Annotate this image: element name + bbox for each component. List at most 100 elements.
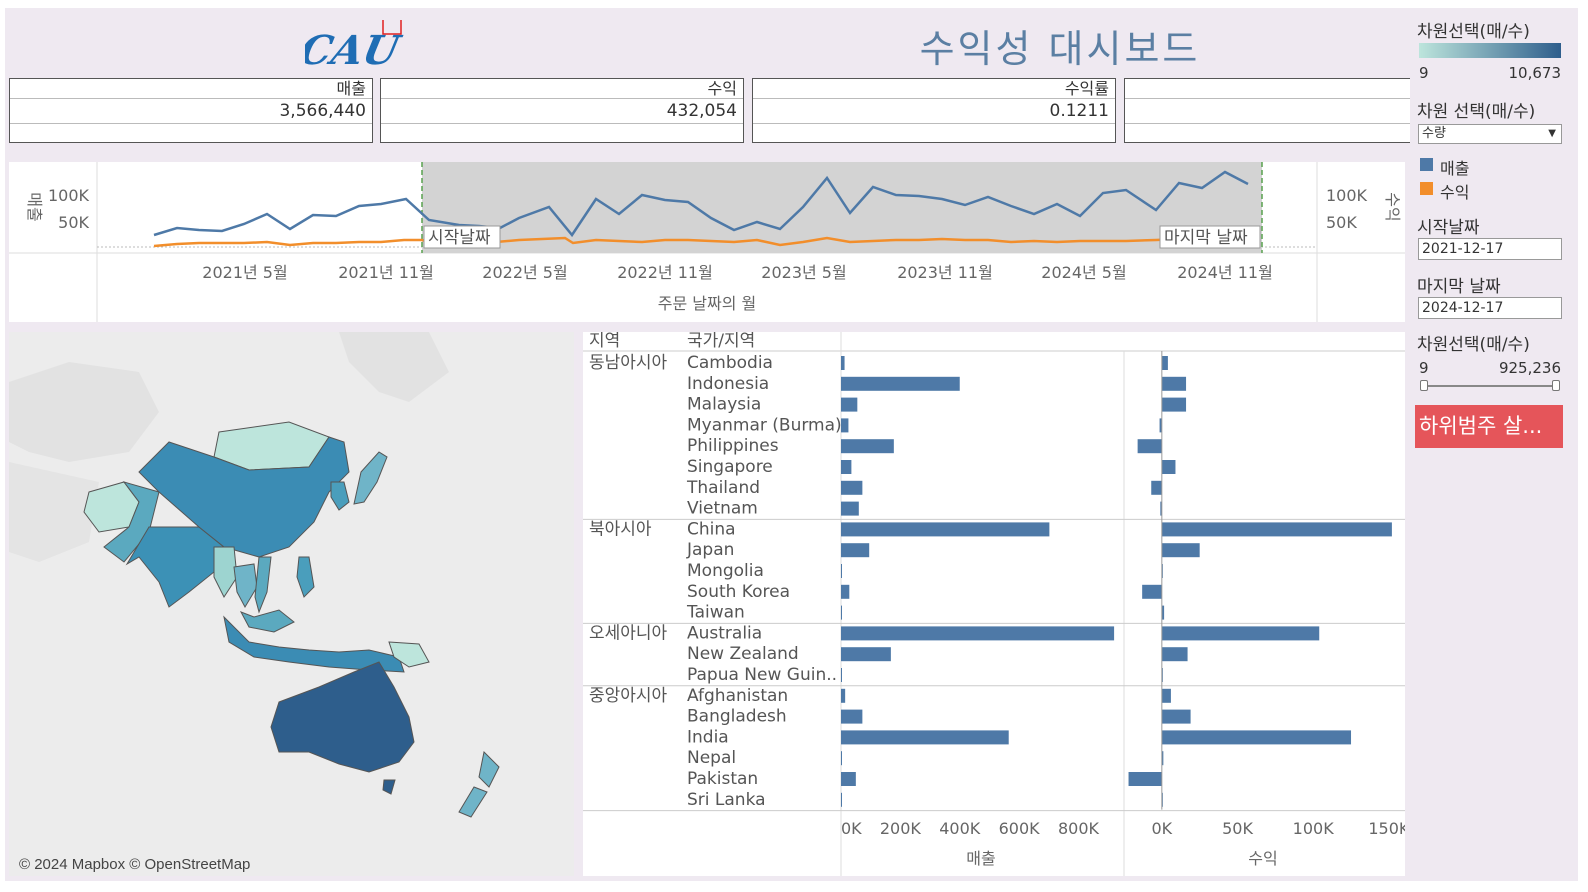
sales-bar: [841, 397, 858, 412]
sales-axis-tick: 200K: [880, 819, 922, 838]
profit-bar: [1128, 772, 1162, 786]
kpi-label: 매출: [10, 79, 372, 99]
profit-bar: [1161, 730, 1352, 745]
end-date-label: 마지막 날짜: [1164, 228, 1248, 248]
kpi-value: 0.1211: [753, 99, 1115, 124]
sales-bar: [841, 792, 842, 807]
profit-bar: [1161, 543, 1200, 558]
kpi-label: 수익: [381, 79, 743, 99]
color-legend-title: 차원선택(매/수): [1417, 22, 1530, 42]
country-label: Vietnam: [687, 499, 758, 519]
right-axis-title: 수익: [1383, 192, 1402, 221]
right-tick-100k: 100K: [1326, 186, 1368, 205]
sidebar: 차원선택(매/수) 9 10,673 차원 선택(매/수) 수량 ▼ 매출 수익…: [1410, 8, 1578, 881]
start-date-input[interactable]: 2021-12-17: [1418, 238, 1562, 260]
country-label: Cambodia: [687, 353, 773, 373]
sales-axis-tick: 800K: [1058, 819, 1100, 838]
sales-bar: [841, 522, 1050, 537]
region-label: 북아시아: [589, 519, 652, 539]
country-label: Nepal: [687, 748, 736, 768]
subcategory-loss-button[interactable]: 하위범주 살...: [1415, 405, 1563, 448]
sales-bar: [841, 647, 891, 662]
sales-axis-tick: 600K: [999, 819, 1041, 838]
range-slider-handle-min[interactable]: [1420, 380, 1428, 391]
profit-bar: [1137, 439, 1162, 454]
country-label: Papua New Guin..: [687, 665, 837, 685]
end-date-filter-label: 마지막 날짜: [1417, 277, 1501, 297]
kpi-profit-rate[interactable]: 수익률 0.1211: [752, 78, 1116, 143]
country-bar-table[interactable]: 지역 국가/지역 동남아시아 Cambodia Indonesia Malaysia Mya…: [583, 331, 1410, 876]
country-label: Mongolia: [687, 561, 764, 581]
country-label: Taiwan: [686, 603, 745, 623]
sales-bar: [841, 584, 850, 599]
kpi-value: 3,566,440: [10, 99, 372, 124]
profit-bar: [1161, 626, 1320, 641]
profit-bar: [1161, 356, 1168, 370]
sales-bar: [841, 564, 842, 578]
dimension-select-value: 수량: [1422, 126, 1446, 141]
dimension-select[interactable]: 수량 ▼: [1418, 124, 1562, 144]
end-date-input[interactable]: 2024-12-17: [1418, 297, 1562, 319]
kpi-sales[interactable]: 매출 3,566,440: [9, 78, 373, 143]
country-label: Sri Lanka: [687, 790, 766, 810]
country-label: Afghanistan: [687, 686, 788, 706]
profit-bar: [1151, 480, 1162, 495]
country-label: Pakistan: [687, 769, 758, 789]
trend-chart[interactable]: 시작날짜 마지막 날짜 100K 50K 100K 50K 매출 수익 2021…: [9, 162, 1405, 322]
profit-bar: [1161, 647, 1188, 662]
x-tick: 2021년 5월: [202, 263, 287, 282]
select-label: 차원 선택(매/수): [1417, 102, 1536, 122]
profit-axis-title: 수익: [1248, 849, 1277, 868]
sales-bar: [841, 418, 849, 433]
country-label: Japan: [686, 540, 734, 560]
x-tick: 2024년 5월: [1041, 263, 1126, 282]
sales-bar: [841, 501, 859, 516]
color-gradient-bar: [1419, 43, 1561, 58]
country-label: Thailand: [686, 478, 760, 498]
column-header-region: 지역: [589, 332, 620, 351]
start-date-filter-label: 시작날짜: [1417, 218, 1480, 238]
profit-bar: [1161, 522, 1392, 537]
country-label: Australia: [687, 623, 762, 643]
range-slider-handle-max[interactable]: [1552, 380, 1560, 391]
legend-label-profit[interactable]: 수익: [1440, 179, 1469, 203]
range-slider-track[interactable]: [1422, 385, 1556, 387]
country-label: New Zealand: [687, 644, 799, 664]
sales-bar: [841, 626, 1115, 641]
sales-bar: [841, 376, 960, 391]
left-axis-title: 매출: [25, 192, 44, 221]
chevron-down-icon: ▼: [1548, 128, 1556, 139]
sales-bar: [841, 772, 856, 786]
sales-bar: [841, 439, 894, 454]
legend-swatch-profit: [1420, 182, 1433, 195]
kpi-profit[interactable]: 수익 432,054: [380, 78, 744, 143]
choropleth-map[interactable]: © 2024 Mapbox © OpenStreetMap: [9, 332, 574, 876]
profit-axis-tick: 0K: [1152, 819, 1173, 838]
country-label: Indonesia: [687, 374, 769, 394]
country-label: India: [687, 727, 729, 747]
x-tick: 2024년 11월: [1177, 263, 1273, 282]
x-tick: 2021년 11월: [338, 263, 434, 282]
sales-bar: [841, 480, 863, 495]
sales-axis-tick: 0K: [841, 819, 862, 838]
sales-bar: [841, 605, 842, 620]
range-slider-min: 9: [1419, 359, 1429, 377]
country-label: Singapore: [687, 457, 773, 477]
range-slider-title: 차원선택(매/수): [1417, 335, 1530, 355]
region-label: 동남아시아: [589, 353, 668, 373]
left-tick-100k: 100K: [48, 186, 90, 205]
kpi-value: 432,054: [381, 99, 743, 124]
right-tick-50k: 50K: [1326, 213, 1357, 232]
x-tick: 2022년 11월: [617, 263, 713, 282]
profit-axis-tick: 150K: [1368, 819, 1405, 838]
country-label: Myanmar (Burma): [687, 415, 842, 435]
cau-logo: CAU: [296, 17, 415, 74]
country-label: China: [687, 519, 736, 539]
sales-bar: [841, 709, 863, 724]
sales-bar: [841, 668, 842, 682]
map-attribution: © 2024 Mapbox © OpenStreetMap: [19, 856, 250, 873]
profit-bar: [1161, 688, 1171, 703]
country-label: Bangladesh: [687, 707, 787, 727]
sales-bar: [841, 356, 845, 370]
legend-label-sales[interactable]: 매출: [1440, 155, 1469, 179]
